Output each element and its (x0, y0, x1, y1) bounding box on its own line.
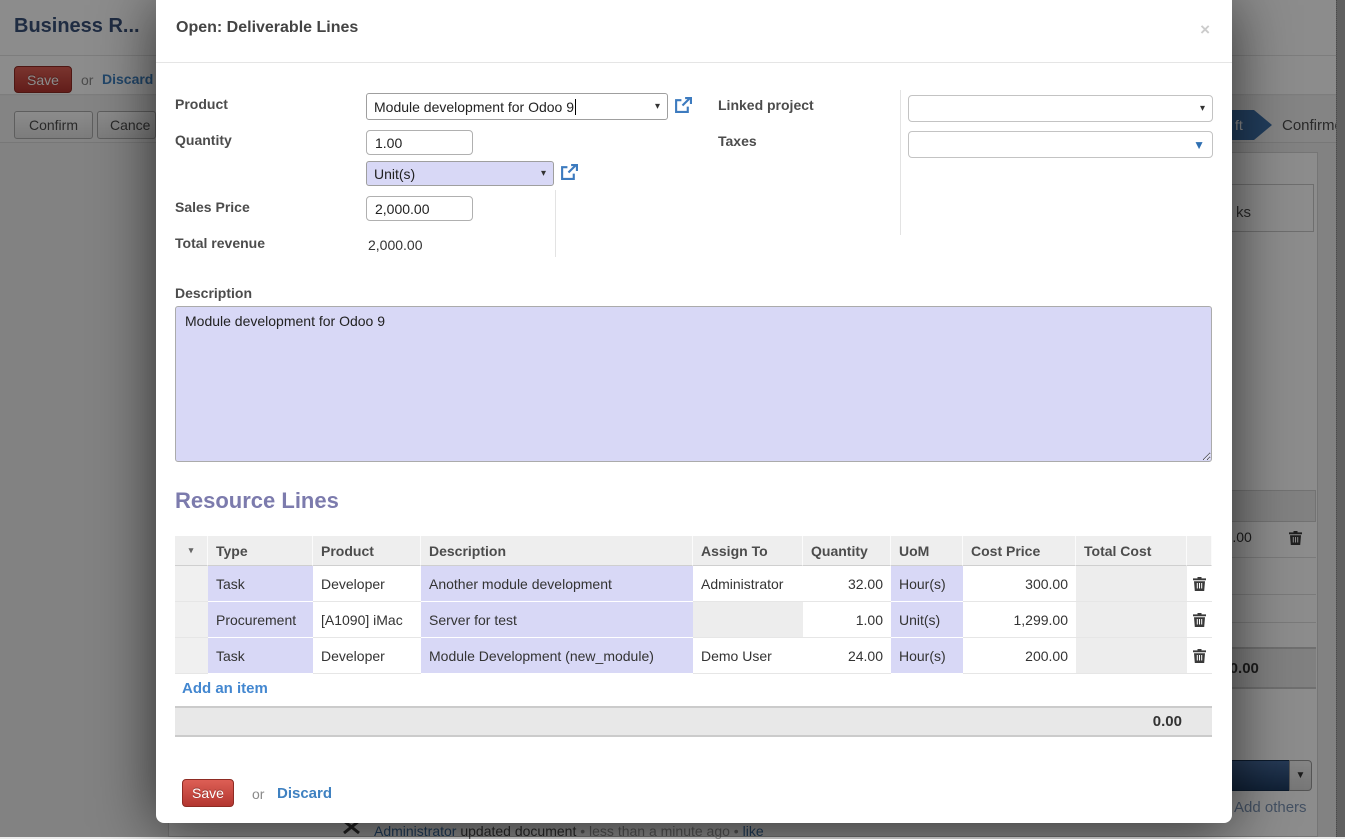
row-selector[interactable] (175, 602, 208, 638)
column-header-uom[interactable]: UoM (891, 536, 963, 566)
column-header-description[interactable]: Description (421, 536, 693, 566)
divider (555, 190, 556, 257)
cell-quantity[interactable]: 32.00 (803, 566, 891, 602)
or-text: or (252, 786, 264, 802)
table-row: Task Developer Another module developmen… (175, 566, 1212, 602)
cell-product[interactable]: Developer (313, 566, 421, 602)
uom-value: Unit(s) (374, 166, 415, 182)
text-cursor (575, 99, 576, 115)
cell-product[interactable]: [A1090] iMac (313, 602, 421, 638)
add-an-item-link[interactable]: Add an item (182, 680, 268, 697)
deliverable-lines-dialog: Open: Deliverable Lines × Product Quanti… (156, 0, 1232, 823)
cell-uom[interactable]: Hour(s) (891, 566, 963, 602)
dialog-title: Open: Deliverable Lines (176, 19, 358, 37)
description-label: Description (175, 285, 252, 301)
uom-select[interactable]: Unit(s) ▾ (366, 161, 554, 186)
cell-type[interactable]: Task (208, 638, 313, 674)
cell-type[interactable]: Task (208, 566, 313, 602)
external-link-icon (560, 164, 578, 180)
cell-total-cost (1076, 638, 1187, 674)
external-link-icon (674, 97, 692, 113)
divider (156, 62, 1232, 63)
row-selector[interactable] (175, 638, 208, 674)
open-record-button[interactable] (674, 97, 692, 118)
save-button[interactable]: Save (182, 779, 234, 807)
discard-link[interactable]: Discard (277, 785, 332, 802)
cell-total-cost (1076, 566, 1187, 602)
chevron-down-icon: ▾ (541, 168, 546, 179)
column-header-assign-to[interactable]: Assign To (693, 536, 803, 566)
product-select[interactable]: Module development for Odoo 9 ▾ (366, 93, 668, 120)
product-value: Module development for Odoo 9 (374, 99, 574, 115)
column-header-product[interactable]: Product (313, 536, 421, 566)
delete-row-button[interactable] (1187, 602, 1212, 638)
total-revenue-label: Total revenue (175, 235, 265, 251)
column-header-delete (1187, 536, 1212, 566)
linked-project-select[interactable]: ▾ (908, 95, 1213, 122)
cell-cost-price[interactable]: 200.00 (963, 638, 1076, 674)
cell-quantity[interactable]: 24.00 (803, 638, 891, 674)
row-selector[interactable] (175, 566, 208, 602)
product-label: Product (175, 96, 228, 112)
resource-lines-table: ▾ Type Product Description Assign To Qua… (175, 536, 1212, 674)
sales-price-input[interactable] (366, 196, 473, 221)
chevron-down-icon: ▼ (1193, 138, 1205, 152)
cell-assign-to[interactable] (693, 602, 803, 638)
linked-project-label: Linked project (718, 97, 814, 113)
open-uom-record-button[interactable] (560, 164, 578, 185)
delete-row-button[interactable] (1187, 566, 1212, 602)
total-cost-summary: 0.00 (175, 706, 1212, 737)
trash-icon (1193, 649, 1206, 663)
chevron-down-icon: ▾ (1200, 103, 1205, 114)
resource-lines-heading: Resource Lines (175, 488, 339, 514)
cell-description[interactable]: Another module development (421, 566, 693, 602)
cell-description[interactable]: Module Development (new_module) (421, 638, 693, 674)
description-textarea[interactable]: Module development for Odoo 9 (175, 306, 1212, 462)
total-revenue-value: 2,000.00 (368, 237, 423, 253)
quantity-label: Quantity (175, 132, 232, 148)
close-icon[interactable]: × (1200, 20, 1210, 40)
cell-type[interactable]: Procurement (208, 602, 313, 638)
cell-quantity[interactable]: 1.00 (803, 602, 891, 638)
cell-cost-price[interactable]: 300.00 (963, 566, 1076, 602)
taxes-label: Taxes (718, 133, 757, 149)
sales-price-label: Sales Price (175, 199, 250, 215)
cell-assign-to[interactable]: Administrator (693, 566, 803, 602)
cell-cost-price[interactable]: 1,299.00 (963, 602, 1076, 638)
cell-total-cost (1076, 602, 1187, 638)
trash-icon (1193, 613, 1206, 627)
sort-caret-icon: ▾ (189, 545, 194, 556)
column-header-cost-price[interactable]: Cost Price (963, 536, 1076, 566)
column-header-quantity[interactable]: Quantity (803, 536, 891, 566)
cell-assign-to[interactable]: Demo User (693, 638, 803, 674)
taxes-select[interactable]: ▼ (908, 131, 1213, 158)
trash-icon (1193, 577, 1206, 591)
cell-uom[interactable]: Unit(s) (891, 602, 963, 638)
chevron-down-icon: ▾ (655, 101, 660, 112)
cell-description[interactable]: Server for test (421, 602, 693, 638)
divider (900, 90, 901, 235)
table-header-row: ▾ Type Product Description Assign To Qua… (175, 536, 1212, 566)
column-header-type[interactable]: Type (208, 536, 313, 566)
cell-uom[interactable]: Hour(s) (891, 638, 963, 674)
quantity-input[interactable] (366, 130, 473, 155)
cell-product[interactable]: Developer (313, 638, 421, 674)
table-row: Procurement [A1090] iMac Server for test… (175, 602, 1212, 638)
select-column-header[interactable]: ▾ (175, 536, 208, 566)
column-header-total-cost[interactable]: Total Cost (1076, 536, 1187, 566)
table-row: Task Developer Module Development (new_m… (175, 638, 1212, 674)
delete-row-button[interactable] (1187, 638, 1212, 674)
